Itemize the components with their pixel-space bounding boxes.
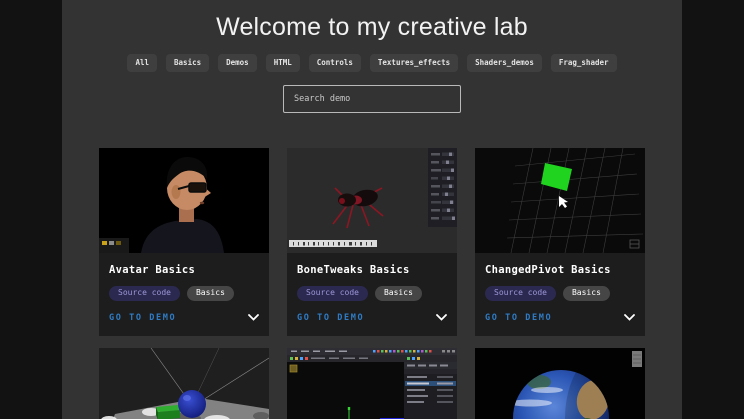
card-partial-box-sphere xyxy=(99,347,269,419)
filter-demos[interactable]: Demos xyxy=(218,54,257,72)
filter-shaders-demos[interactable]: Shaders_demos xyxy=(467,54,542,72)
card-changedpivot-basics: ChangedPivot Basics Source code Basics G… xyxy=(475,147,645,336)
page-title: Welcome to my creative lab xyxy=(216,13,528,41)
card-title: Avatar Basics xyxy=(109,263,196,276)
go-to-demo-link[interactable]: GO TO DEMO xyxy=(109,313,176,323)
ant-bones-thumbnail xyxy=(287,147,457,253)
earth-globe-thumbnail xyxy=(475,347,645,419)
cta-row: GO TO DEMO xyxy=(287,301,457,336)
cta-row: GO TO DEMO xyxy=(475,301,645,336)
filter-bar: All Basics Demos HTML Controls Textures_… xyxy=(62,54,682,72)
source-code-tag[interactable]: Source code xyxy=(297,285,368,301)
creative-lab-page: Welcome to my creative lab All Basics De… xyxy=(62,0,682,419)
tag-row: Source code Basics xyxy=(475,276,645,301)
chevron-down-icon[interactable] xyxy=(248,314,259,321)
filter-basics[interactable]: Basics xyxy=(166,54,210,72)
category-tag: Basics xyxy=(562,285,610,301)
filter-controls[interactable]: Controls xyxy=(308,54,361,72)
demo-card-grid: Avatar Basics Source code Basics GO TO D… xyxy=(99,147,645,419)
go-to-demo-link[interactable]: GO TO DEMO xyxy=(297,313,364,323)
card-avatar-basics: Avatar Basics Source code Basics GO TO D… xyxy=(99,147,269,336)
category-tag: Basics xyxy=(374,285,422,301)
filter-all[interactable]: All xyxy=(127,54,158,72)
cta-row: GO TO DEMO xyxy=(99,301,269,336)
card-partial-editor xyxy=(287,347,457,419)
go-to-demo-link[interactable]: GO TO DEMO xyxy=(485,313,552,323)
tag-row: Source code Basics xyxy=(99,276,269,301)
avatar-3d-thumbnail xyxy=(99,147,269,253)
card-partial-earth xyxy=(475,347,645,419)
box-sphere-scene-thumbnail xyxy=(99,347,269,419)
card-title: BoneTweaks Basics xyxy=(297,263,410,276)
filter-html[interactable]: HTML xyxy=(265,54,300,72)
card-title: ChangedPivot Basics xyxy=(485,263,611,276)
search-input[interactable] xyxy=(283,84,461,113)
card-bonetweaks-basics: BoneTweaks Basics Source code Basics GO … xyxy=(287,147,457,336)
pivot-grid-thumbnail xyxy=(475,147,645,253)
tag-row: Source code Basics xyxy=(287,276,457,301)
filter-frag-shader[interactable]: Frag_shader xyxy=(550,54,617,72)
filter-textures-effects[interactable]: Textures_effects xyxy=(369,54,459,72)
editor-scene-thumbnail xyxy=(287,347,457,419)
search-bar xyxy=(62,84,682,113)
chevron-down-icon[interactable] xyxy=(436,314,447,321)
source-code-tag[interactable]: Source code xyxy=(485,285,556,301)
screenshot-stage: Welcome to my creative lab All Basics De… xyxy=(0,0,744,419)
source-code-tag[interactable]: Source code xyxy=(109,285,180,301)
chevron-down-icon[interactable] xyxy=(624,314,635,321)
category-tag: Basics xyxy=(186,285,234,301)
